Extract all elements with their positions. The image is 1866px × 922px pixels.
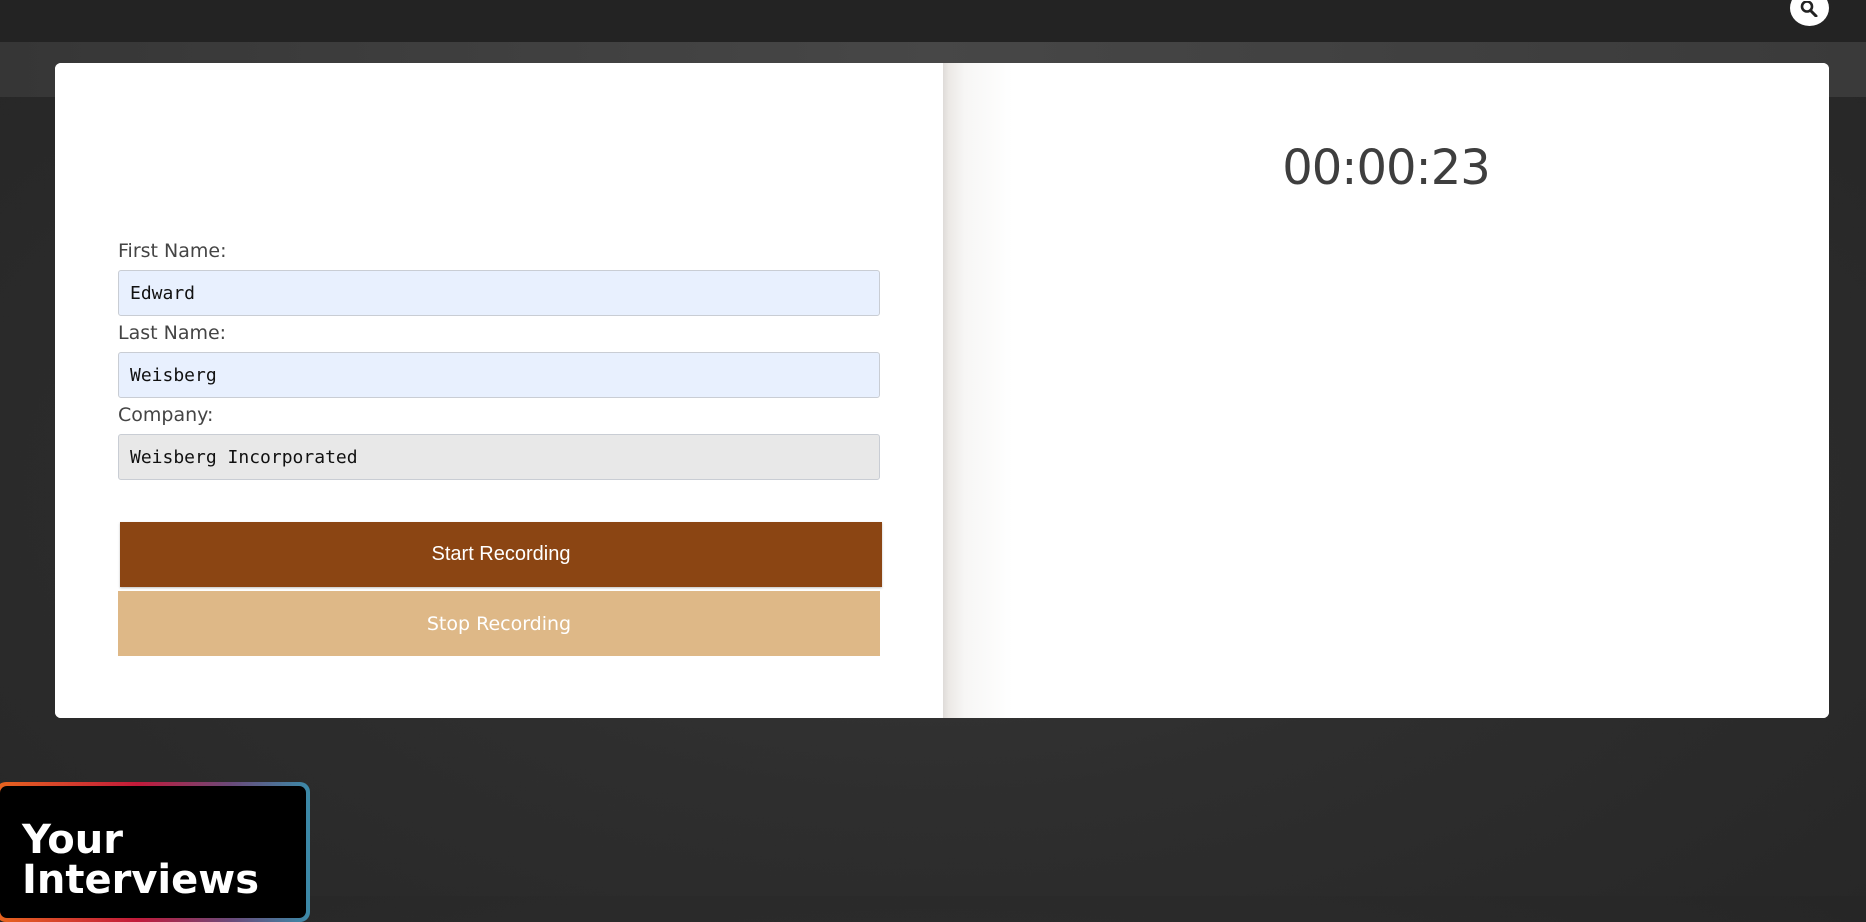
your-interviews-title: Your Interviews xyxy=(22,817,260,903)
last-name-label: Last Name: xyxy=(118,322,227,344)
your-interviews-card-body: Your Interviews xyxy=(0,786,306,918)
recording-card: First Name: Last Name: Company: Start Re… xyxy=(55,63,1829,718)
stop-recording-button[interactable]: Stop Recording xyxy=(118,591,880,656)
first-name-label: First Name: xyxy=(118,240,227,262)
company-input[interactable] xyxy=(118,434,880,480)
company-label: Company: xyxy=(118,404,214,426)
search-icon xyxy=(1800,1,1818,17)
recording-timer: 00:00:23 xyxy=(1282,140,1491,196)
last-name-input[interactable] xyxy=(118,352,880,398)
top-bar xyxy=(0,0,1866,42)
recorder-panel: 00:00:23 xyxy=(943,63,1829,718)
first-name-input[interactable] xyxy=(118,270,880,316)
start-recording-button[interactable]: Start Recording xyxy=(120,522,882,587)
search-button[interactable] xyxy=(1790,0,1829,26)
interviewee-form: First Name: Last Name: Company: Start Re… xyxy=(55,63,943,718)
your-interviews-card[interactable]: Your Interviews xyxy=(0,782,310,922)
